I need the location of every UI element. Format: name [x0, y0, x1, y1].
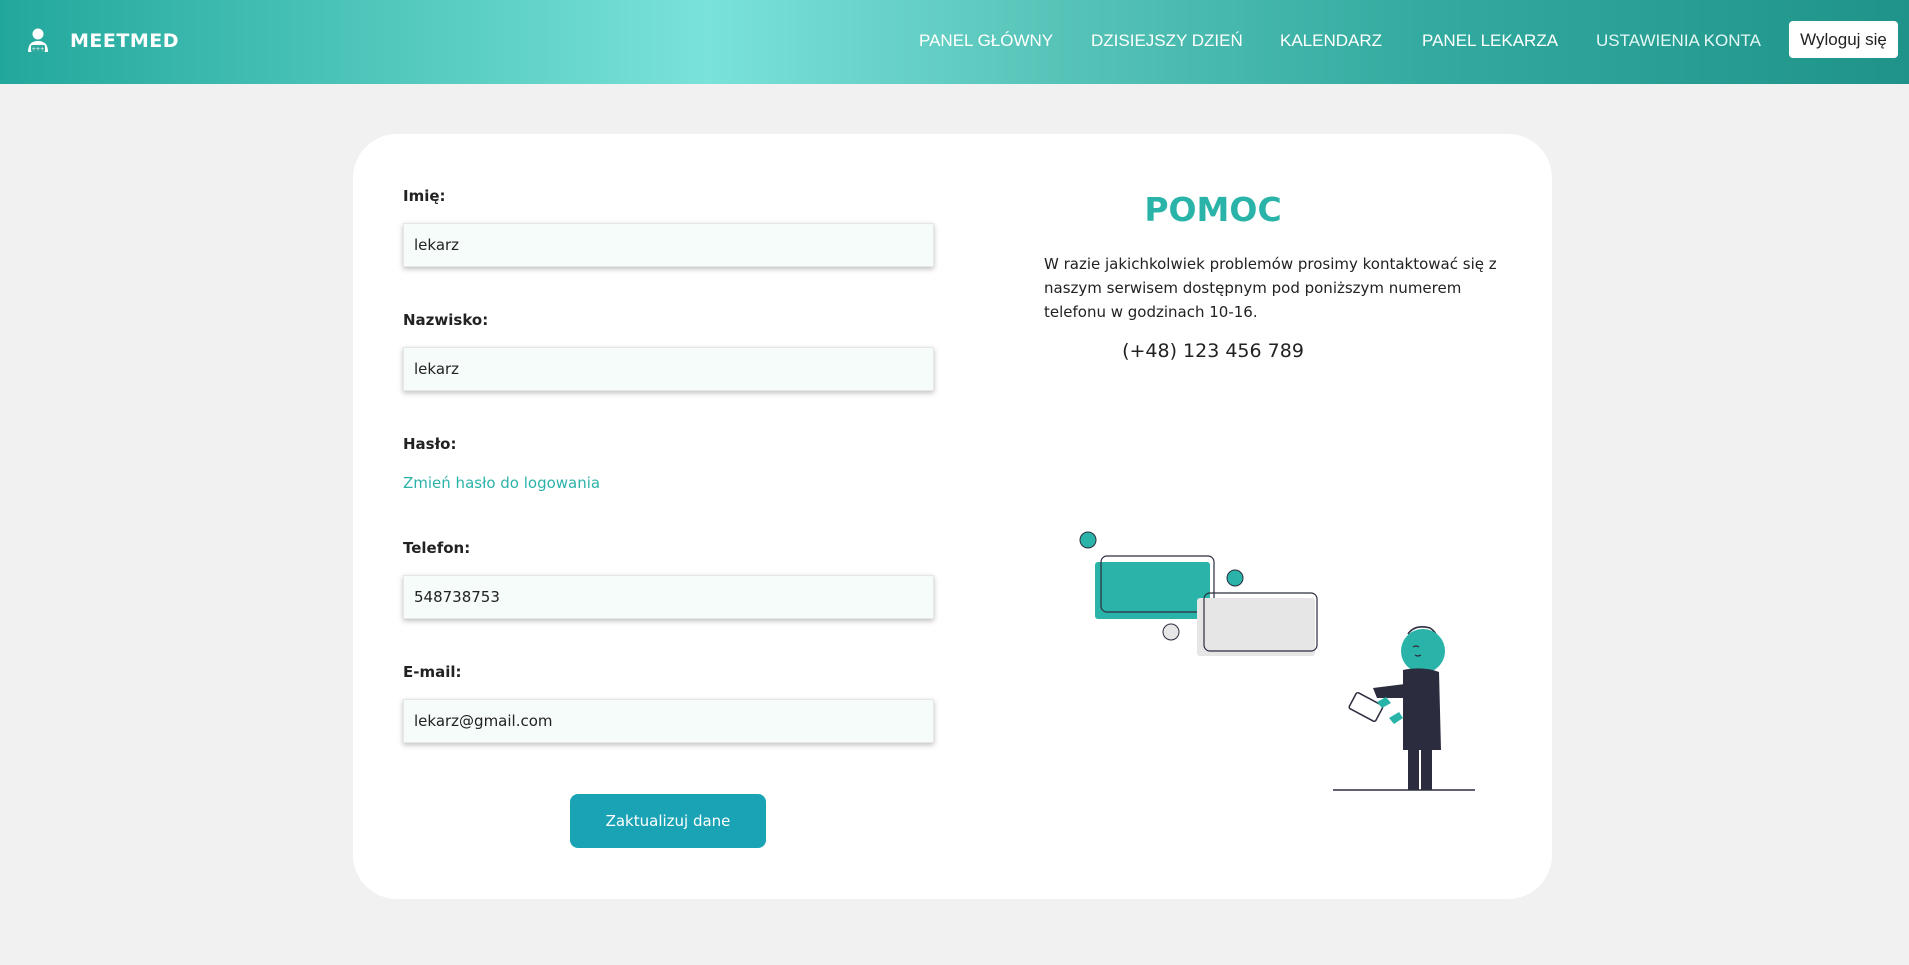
update-data-button[interactable]: Zaktualizuj dane: [570, 794, 766, 848]
help-text: W razie jakichkolwiek problemów prosimy …: [1044, 255, 1497, 321]
nav-item-panel-lekarza[interactable]: PANEL LEKARZA: [1422, 31, 1558, 51]
first-name-label: Imię:: [403, 187, 446, 205]
top-navbar: +++ MEETMED PANEL GŁÓWNY DZISIEJSZY DZIE…: [0, 0, 1909, 84]
change-password-link[interactable]: Zmień hasło do logowania: [403, 474, 600, 492]
email-label: E-mail:: [403, 663, 462, 681]
help-title: POMOC: [1144, 190, 1282, 229]
email-input[interactable]: [403, 699, 934, 743]
logout-button[interactable]: Wyloguj się: [1789, 21, 1898, 58]
bubble-dot-icon: [1079, 531, 1097, 549]
nav-item-panel-glowny[interactable]: PANEL GŁÓWNY: [919, 31, 1053, 51]
nav-item-kalendarz[interactable]: KALENDARZ: [1280, 31, 1382, 51]
first-name-input[interactable]: [403, 223, 934, 267]
bubble-dot-icon: [1162, 623, 1180, 641]
support-illustration: [1079, 531, 1475, 791]
bubble-dot-icon: [1226, 569, 1244, 587]
last-name-input[interactable]: [403, 347, 934, 391]
chat-bubble-gray: [1197, 598, 1315, 656]
phone-label: Telefon:: [403, 539, 471, 557]
chat-bubble-teal: [1095, 562, 1210, 619]
person-figure: [1348, 626, 1445, 790]
help-phone: (+48) 123 456 789: [1122, 340, 1304, 362]
nav-links: PANEL GŁÓWNY DZISIEJSZY DZIEŃ KALENDARZ …: [0, 0, 1909, 84]
account-settings-card: Imię: Nazwisko: Hasło: Zmień hasło do lo…: [353, 134, 1552, 899]
nav-item-ustawienia-konta[interactable]: USTAWIENIA KONTA: [1596, 31, 1761, 51]
last-name-label: Nazwisko:: [403, 311, 489, 329]
phone-input[interactable]: [403, 575, 934, 619]
nav-item-dzisiejszy-dzien[interactable]: DZISIEJSZY DZIEŃ: [1091, 31, 1243, 51]
password-label: Hasło:: [403, 435, 457, 453]
